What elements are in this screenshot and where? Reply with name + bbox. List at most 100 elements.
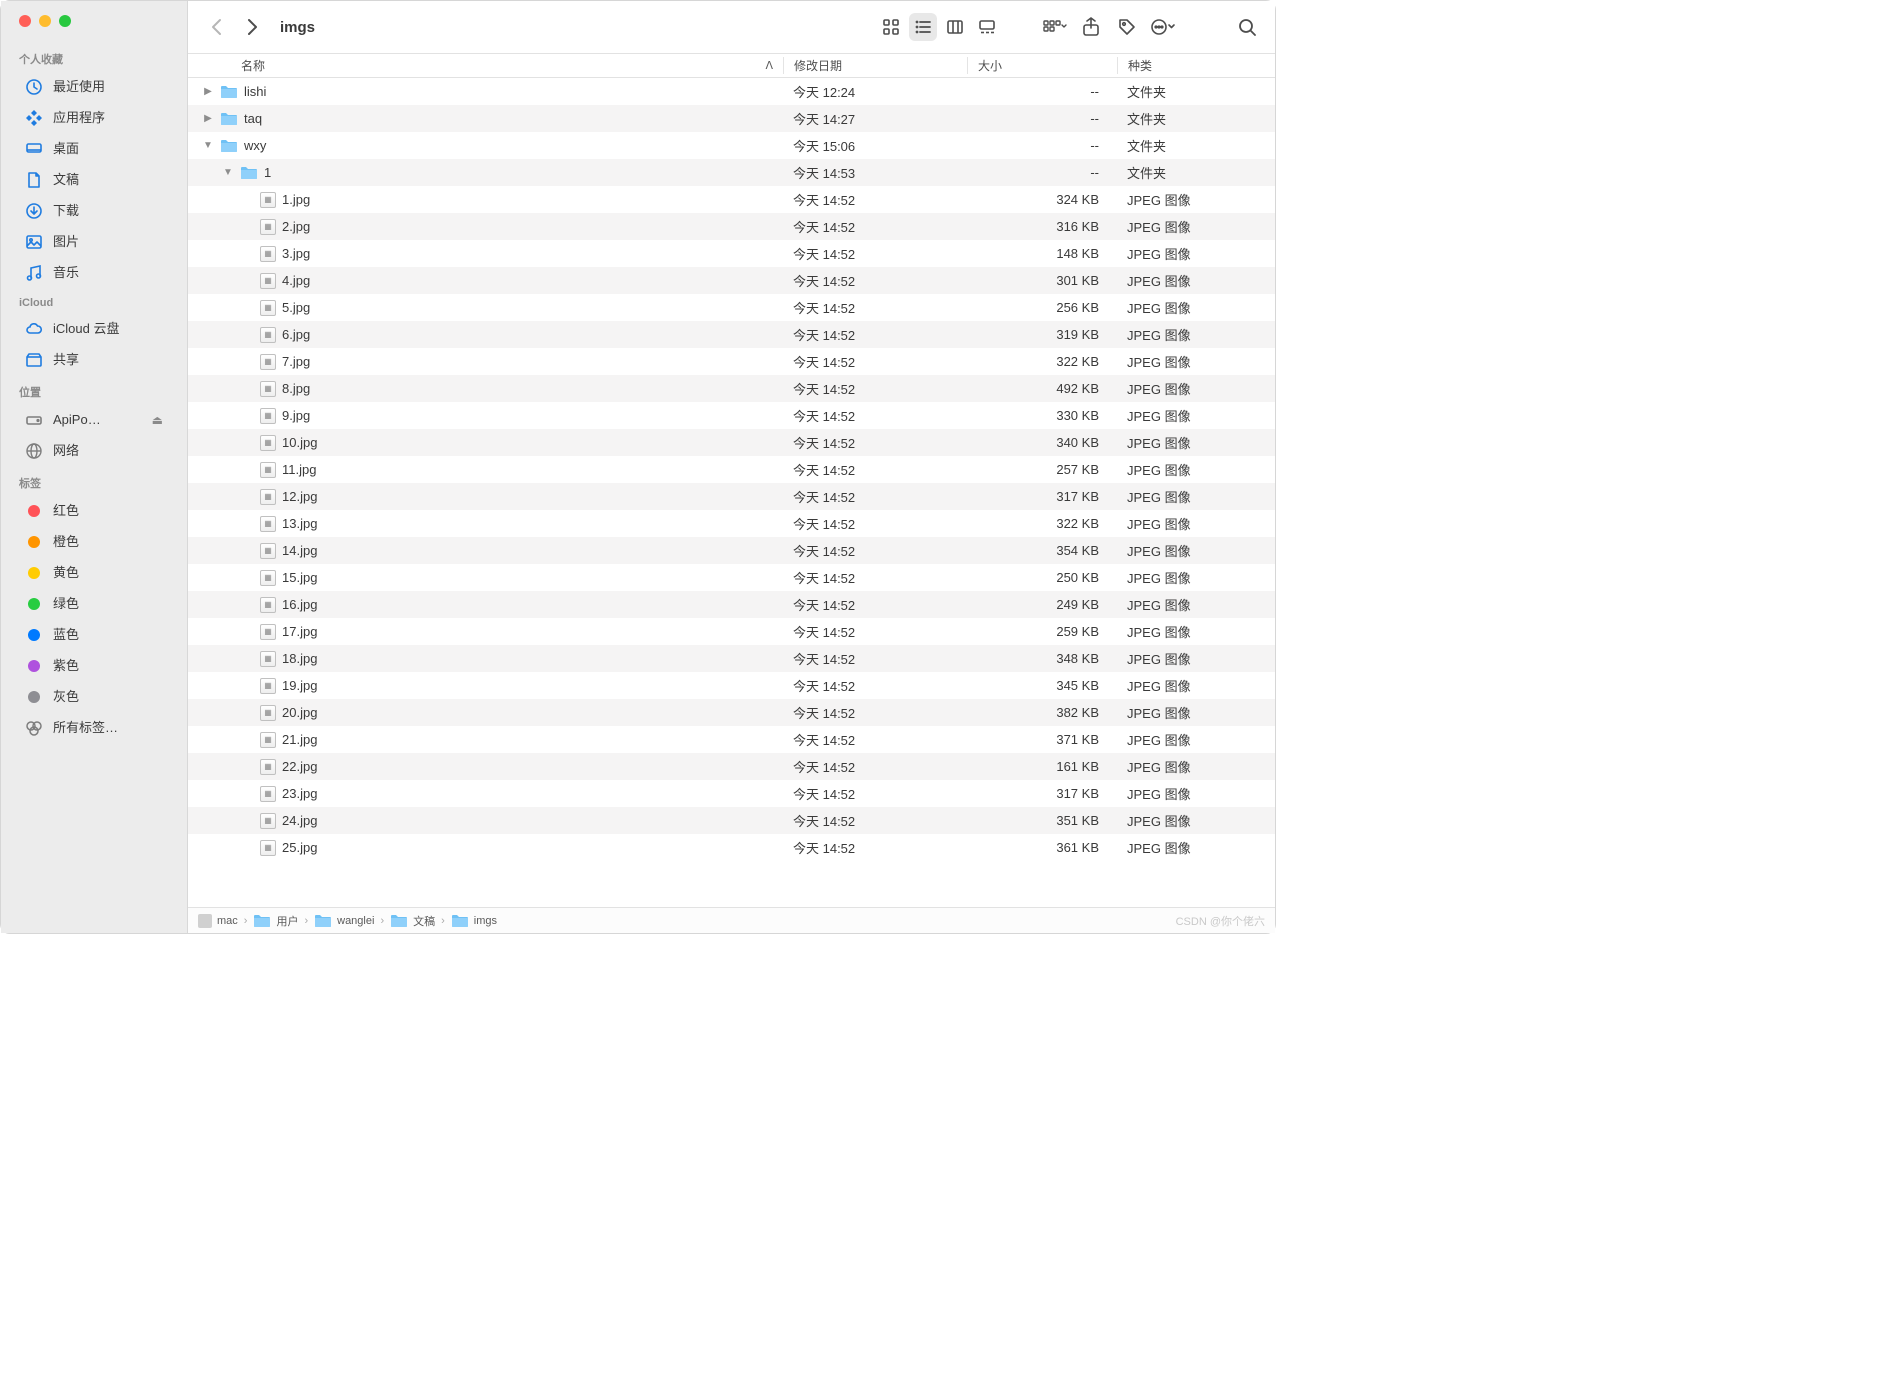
disclosure-triangle[interactable]: ▶ xyxy=(202,86,214,97)
column-header-name[interactable]: 名称ᐱ xyxy=(188,57,783,74)
file-row[interactable]: ▦15.jpg今天 14:52250 KBJPEG 图像 xyxy=(188,564,1275,591)
sidebar-item[interactable]: iCloud 云盘 xyxy=(7,314,181,344)
sidebar-item[interactable]: 最近使用 xyxy=(7,72,181,102)
file-row[interactable]: ▦9.jpg今天 14:52330 KBJPEG 图像 xyxy=(188,402,1275,429)
folder-icon xyxy=(220,139,238,153)
file-row[interactable]: ▦17.jpg今天 14:52259 KBJPEG 图像 xyxy=(188,618,1275,645)
path-crumb[interactable]: 文稿 xyxy=(390,913,435,929)
action-menu-button[interactable] xyxy=(1149,13,1177,41)
file-row[interactable]: ▦6.jpg今天 14:52319 KBJPEG 图像 xyxy=(188,321,1275,348)
folder-row[interactable]: ▶taq今天 14:27--文件夹 xyxy=(188,105,1275,132)
file-row[interactable]: ▦23.jpg今天 14:52317 KBJPEG 图像 xyxy=(188,780,1275,807)
column-view-button[interactable] xyxy=(941,13,969,41)
file-row[interactable]: ▦18.jpg今天 14:52348 KBJPEG 图像 xyxy=(188,645,1275,672)
file-date: 今天 14:52 xyxy=(783,514,967,533)
disclosure-triangle[interactable]: ▼ xyxy=(222,167,234,178)
list-view-button[interactable] xyxy=(909,13,937,41)
disclosure-triangle[interactable]: ▶ xyxy=(202,113,214,124)
sidebar-item[interactable]: 文稿 xyxy=(7,165,181,195)
view-mode-group xyxy=(877,13,1001,41)
file-row[interactable]: ▦7.jpg今天 14:52322 KBJPEG 图像 xyxy=(188,348,1275,375)
file-row[interactable]: ▦24.jpg今天 14:52351 KBJPEG 图像 xyxy=(188,807,1275,834)
path-crumb[interactable]: wanglei xyxy=(314,914,374,928)
icon-view-button[interactable] xyxy=(877,13,905,41)
sidebar-item[interactable]: 灰色 xyxy=(7,682,181,712)
file-name: 5.jpg xyxy=(282,300,310,315)
path-crumb-label: mac xyxy=(217,915,238,927)
sidebar-item-label: 音乐 xyxy=(53,262,79,284)
sidebar-item[interactable]: ApiPo…⏏ xyxy=(7,405,181,435)
sidebar-item[interactable]: 橙色 xyxy=(7,527,181,557)
jpeg-file-icon: ▦ xyxy=(260,543,276,559)
file-kind: JPEG 图像 xyxy=(1117,595,1275,614)
sidebar-item[interactable]: 黄色 xyxy=(7,558,181,588)
file-name: 10.jpg xyxy=(282,435,317,450)
file-row[interactable]: ▦3.jpg今天 14:52148 KBJPEG 图像 xyxy=(188,240,1275,267)
file-row[interactable]: ▦20.jpg今天 14:52382 KBJPEG 图像 xyxy=(188,699,1275,726)
folder-row[interactable]: ▼wxy今天 15:06--文件夹 xyxy=(188,132,1275,159)
file-kind: JPEG 图像 xyxy=(1117,811,1275,830)
sidebar-item-label: 所有标签… xyxy=(53,717,118,739)
file-size: 322 KB xyxy=(967,354,1117,369)
search-button[interactable] xyxy=(1233,13,1261,41)
share-button[interactable] xyxy=(1077,13,1105,41)
sidebar-item[interactable]: 图片 xyxy=(7,227,181,257)
file-kind: JPEG 图像 xyxy=(1117,298,1275,317)
path-separator-icon: › xyxy=(244,915,248,927)
file-row[interactable]: ▦21.jpg今天 14:52371 KBJPEG 图像 xyxy=(188,726,1275,753)
sidebar-item[interactable]: 共享 xyxy=(7,345,181,375)
file-row[interactable]: ▦14.jpg今天 14:52354 KBJPEG 图像 xyxy=(188,537,1275,564)
file-row[interactable]: ▦16.jpg今天 14:52249 KBJPEG 图像 xyxy=(188,591,1275,618)
sidebar-item[interactable]: 下载 xyxy=(7,196,181,226)
file-row[interactable]: ▦8.jpg今天 14:52492 KBJPEG 图像 xyxy=(188,375,1275,402)
column-header-date[interactable]: 修改日期 xyxy=(783,57,967,74)
file-row[interactable]: ▦5.jpg今天 14:52256 KBJPEG 图像 xyxy=(188,294,1275,321)
back-button[interactable] xyxy=(202,13,230,41)
minimize-window-button[interactable] xyxy=(39,15,51,27)
file-name: 15.jpg xyxy=(282,570,317,585)
group-by-button[interactable] xyxy=(1041,13,1069,41)
column-header-kind[interactable]: 种类 xyxy=(1117,57,1275,74)
file-date: 今天 14:52 xyxy=(783,703,967,722)
file-row[interactable]: ▦1.jpg今天 14:52324 KBJPEG 图像 xyxy=(188,186,1275,213)
sidebar-item[interactable]: 蓝色 xyxy=(7,620,181,650)
path-crumb[interactable]: 用户 xyxy=(253,913,298,929)
sidebar-item[interactable]: 应用程序 xyxy=(7,103,181,133)
disclosure-triangle[interactable]: ▼ xyxy=(202,140,214,151)
close-window-button[interactable] xyxy=(19,15,31,27)
column-header-size[interactable]: 大小 xyxy=(967,57,1117,74)
file-size: 382 KB xyxy=(967,705,1117,720)
sidebar-item[interactable]: 绿色 xyxy=(7,589,181,619)
file-row[interactable]: ▦22.jpg今天 14:52161 KBJPEG 图像 xyxy=(188,753,1275,780)
file-row[interactable]: ▦2.jpg今天 14:52316 KBJPEG 图像 xyxy=(188,213,1275,240)
file-date: 今天 14:52 xyxy=(783,244,967,263)
path-crumb[interactable]: mac xyxy=(198,914,238,928)
file-row[interactable]: ▦25.jpg今天 14:52361 KBJPEG 图像 xyxy=(188,834,1275,861)
sidebar-item[interactable]: 网络 xyxy=(7,436,181,466)
gallery-view-button[interactable] xyxy=(973,13,1001,41)
eject-icon[interactable]: ⏏ xyxy=(152,409,163,431)
sidebar-item[interactable]: 红色 xyxy=(7,496,181,526)
file-listing[interactable]: ▶lishi今天 12:24--文件夹▶taq今天 14:27--文件夹▼wxy… xyxy=(188,78,1275,907)
sidebar-item[interactable]: 音乐 xyxy=(7,258,181,288)
sidebar-item[interactable]: 桌面 xyxy=(7,134,181,164)
sidebar-item[interactable]: 所有标签… xyxy=(7,713,181,743)
file-row[interactable]: ▦4.jpg今天 14:52301 KBJPEG 图像 xyxy=(188,267,1275,294)
zoom-window-button[interactable] xyxy=(59,15,71,27)
tags-button[interactable] xyxy=(1113,13,1141,41)
folder-row[interactable]: ▼1今天 14:53--文件夹 xyxy=(188,159,1275,186)
jpeg-file-icon: ▦ xyxy=(260,651,276,667)
folder-row[interactable]: ▶lishi今天 12:24--文件夹 xyxy=(188,78,1275,105)
file-kind: JPEG 图像 xyxy=(1117,622,1275,641)
file-row[interactable]: ▦13.jpg今天 14:52322 KBJPEG 图像 xyxy=(188,510,1275,537)
file-row[interactable]: ▦11.jpg今天 14:52257 KBJPEG 图像 xyxy=(188,456,1275,483)
sidebar-section-header: 标签 xyxy=(1,467,187,495)
sidebar-item[interactable]: 紫色 xyxy=(7,651,181,681)
desktop-icon xyxy=(25,140,43,158)
file-row[interactable]: ▦10.jpg今天 14:52340 KBJPEG 图像 xyxy=(188,429,1275,456)
forward-button[interactable] xyxy=(238,13,266,41)
jpeg-file-icon: ▦ xyxy=(260,219,276,235)
file-row[interactable]: ▦19.jpg今天 14:52345 KBJPEG 图像 xyxy=(188,672,1275,699)
file-row[interactable]: ▦12.jpg今天 14:52317 KBJPEG 图像 xyxy=(188,483,1275,510)
path-crumb[interactable]: imgs xyxy=(451,914,497,928)
